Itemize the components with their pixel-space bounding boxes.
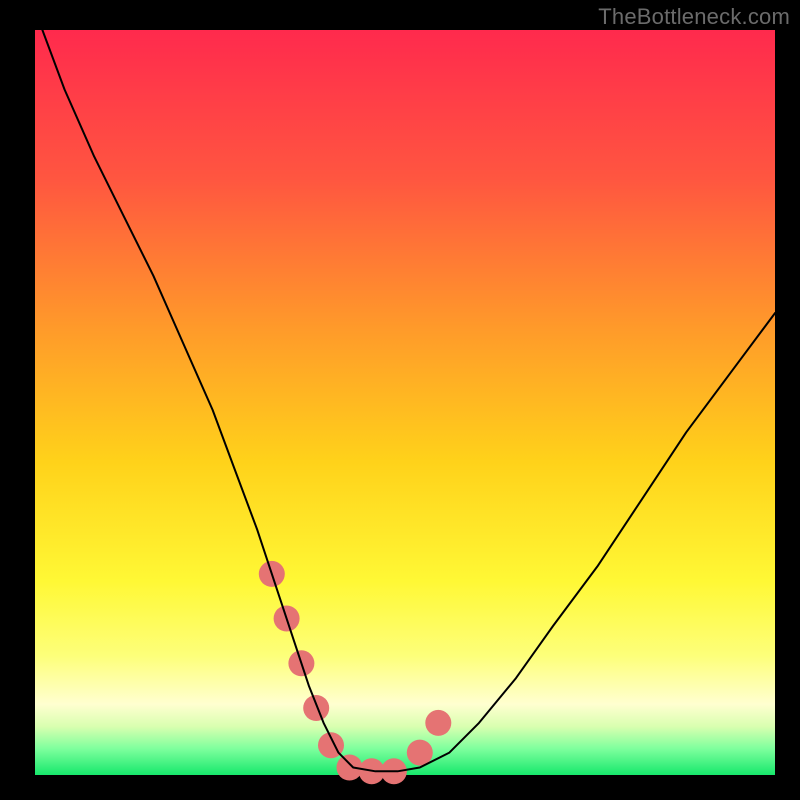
- watermark-text: TheBottleneck.com: [598, 4, 790, 30]
- highlight-marker: [303, 695, 329, 721]
- chart-frame: TheBottleneck.com: [0, 0, 800, 800]
- highlight-marker: [425, 710, 451, 736]
- plot-background: [35, 30, 775, 775]
- highlight-marker: [407, 740, 433, 766]
- bottleneck-chart: [0, 0, 800, 800]
